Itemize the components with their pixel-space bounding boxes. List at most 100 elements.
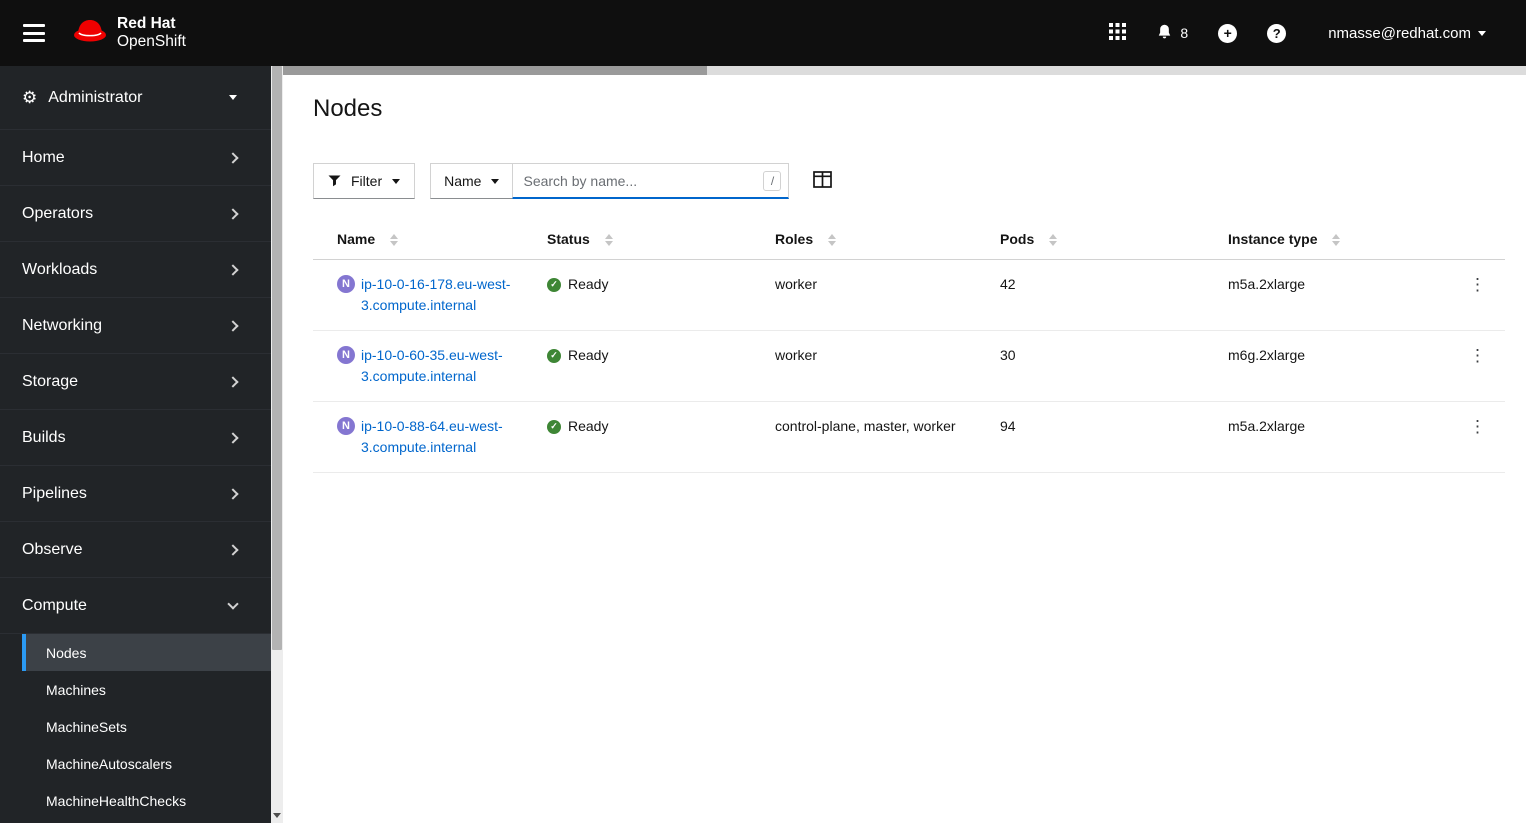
page-title: Nodes [313, 95, 383, 122]
node-name-link[interactable]: ip-10-0-60-35.eu-west-3.compute.internal [361, 345, 515, 387]
apps-grid-icon [1109, 23, 1127, 43]
filter-funnel-icon [328, 175, 341, 187]
gear-icon [22, 88, 37, 108]
chevron-right-icon [227, 487, 239, 500]
node-resource-icon: N [337, 275, 355, 293]
nav-toggle-hamburger-icon[interactable] [23, 24, 45, 42]
table-row: N ip-10-0-16-178.eu-west-3.compute.inter… [313, 259, 1505, 331]
sidebar-item-builds[interactable]: Builds [0, 410, 271, 466]
sidebar-scrollbar-thumb[interactable] [272, 66, 282, 650]
plus-circle-icon [1218, 23, 1238, 43]
help-button[interactable] [1267, 23, 1287, 43]
chevron-right-icon [227, 431, 239, 444]
sort-icon[interactable] [390, 234, 399, 247]
roles-cell: worker [751, 259, 976, 331]
column-header-instance-type[interactable]: Instance type [1204, 219, 1434, 260]
sort-icon[interactable] [1332, 234, 1341, 247]
sidebar-item-workloads[interactable]: Workloads [0, 242, 271, 298]
row-actions-kebab-button[interactable] [1461, 416, 1494, 437]
row-actions-kebab-button[interactable] [1461, 274, 1494, 295]
status-ready-check-icon [547, 277, 561, 292]
app-launcher-button[interactable] [1109, 23, 1127, 43]
notification-count: 8 [1180, 25, 1189, 41]
masthead: Red Hat OpenShift 8 + ? nmasse@redhat.co… [0, 0, 1526, 66]
node-name-link[interactable]: ip-10-0-16-178.eu-west-3.compute.interna… [361, 274, 515, 316]
notifications-button[interactable]: 8 [1156, 23, 1188, 44]
search-input[interactable] [512, 163, 790, 199]
quick-create-button[interactable] [1218, 23, 1238, 43]
chevron-down-icon [227, 597, 239, 610]
chevron-right-icon [227, 151, 239, 164]
column-header-pods[interactable]: Pods [976, 219, 1204, 260]
chevron-right-icon [227, 263, 239, 276]
column-header-actions [1434, 219, 1505, 260]
kebab-icon [1469, 417, 1486, 436]
column-header-status[interactable]: Status [523, 219, 751, 260]
perspective-label: Administrator [48, 88, 143, 106]
question-circle-icon [1267, 23, 1287, 43]
node-name-link[interactable]: ip-10-0-88-64.eu-west-3.compute.internal [361, 416, 515, 458]
scrollbar-down-arrow[interactable] [271, 807, 283, 823]
row-actions-kebab-button[interactable] [1461, 345, 1494, 366]
sidebar-item-machineautoscalers[interactable]: MachineAutoscalers [22, 745, 271, 782]
node-resource-icon: N [337, 346, 355, 364]
sidebar-item-nodes[interactable]: Nodes [22, 634, 271, 671]
sidebar-item-compute[interactable]: Compute [0, 578, 271, 634]
bell-icon [1156, 23, 1173, 44]
user-menu[interactable]: nmasse@redhat.com [1328, 25, 1486, 42]
sidebar-item-storage[interactable]: Storage [0, 354, 271, 410]
table-toolbar: Filter Name / [313, 163, 1505, 199]
instance-type-cell: m5a.2xlarge [1204, 259, 1434, 331]
node-resource-icon: N [337, 417, 355, 435]
sort-icon[interactable] [604, 234, 613, 247]
nodes-table: Name Status Roles Pods Instance type N i… [313, 219, 1505, 473]
column-header-name[interactable]: Name [313, 219, 523, 260]
table-row: N ip-10-0-60-35.eu-west-3.compute.intern… [313, 330, 1505, 402]
table-header-row: Name Status Roles Pods Instance type [313, 219, 1505, 260]
chevron-down-icon [229, 95, 237, 100]
horizontal-scrollbar-thumb[interactable] [283, 66, 707, 75]
chevron-down-icon [392, 178, 401, 184]
instance-type-cell: m5a.2xlarge [1204, 401, 1434, 473]
sidebar-scrollbar[interactable] [271, 66, 283, 823]
status-ready-check-icon [547, 419, 561, 434]
sidebar-item-observe[interactable]: Observe [0, 522, 271, 578]
pods-cell: 42 [976, 259, 1204, 331]
chevron-down-icon [491, 178, 500, 184]
brand-text: Red Hat OpenShift [117, 15, 186, 50]
filter-dropdown-button[interactable]: Filter [313, 163, 416, 199]
kebab-icon [1469, 275, 1486, 294]
sidebar-item-pipelines[interactable]: Pipelines [0, 466, 271, 522]
kebab-icon [1469, 346, 1486, 365]
sidebar-item-home[interactable]: Home [0, 130, 271, 186]
sidebar: Administrator Home Operators Workloads N… [0, 66, 283, 823]
sidebar-item-operators[interactable]: Operators [0, 186, 271, 242]
search-attribute-dropdown[interactable]: Name [430, 163, 514, 199]
brand-logo[interactable]: Red Hat OpenShift [72, 15, 186, 51]
vertical-nav: Home Operators Workloads Networking Stor… [0, 130, 271, 634]
chevron-right-icon [227, 375, 239, 388]
manage-columns-button[interactable] [813, 171, 833, 191]
main-content: Nodes Filter Name / [283, 66, 1526, 823]
horizontal-scrollbar[interactable] [283, 66, 1526, 75]
sidebar-item-networking[interactable]: Networking [0, 298, 271, 354]
chevron-down-icon [1478, 30, 1486, 36]
status-text: Ready [568, 347, 609, 363]
sort-icon[interactable] [828, 234, 837, 247]
roles-cell: worker [751, 330, 976, 402]
sidebar-item-machinesets[interactable]: MachineSets [22, 708, 271, 745]
column-header-roles[interactable]: Roles [751, 219, 976, 260]
chevron-right-icon [227, 319, 239, 332]
keyboard-shortcut-hint: / [763, 171, 782, 191]
sidebar-item-machines[interactable]: Machines [22, 671, 271, 708]
columns-icon [813, 171, 833, 191]
roles-cell: control-plane, master, worker [751, 401, 976, 473]
sidebar-item-machinehealthchecks[interactable]: MachineHealthChecks [22, 782, 271, 819]
status-text: Ready [568, 276, 609, 292]
pods-cell: 94 [976, 401, 1204, 473]
sort-icon[interactable] [1049, 234, 1058, 247]
pods-cell: 30 [976, 330, 1204, 402]
chevron-right-icon [227, 207, 239, 220]
compute-submenu: Nodes Machines MachineSets MachineAutosc… [22, 634, 271, 819]
perspective-switcher[interactable]: Administrator [0, 66, 271, 130]
